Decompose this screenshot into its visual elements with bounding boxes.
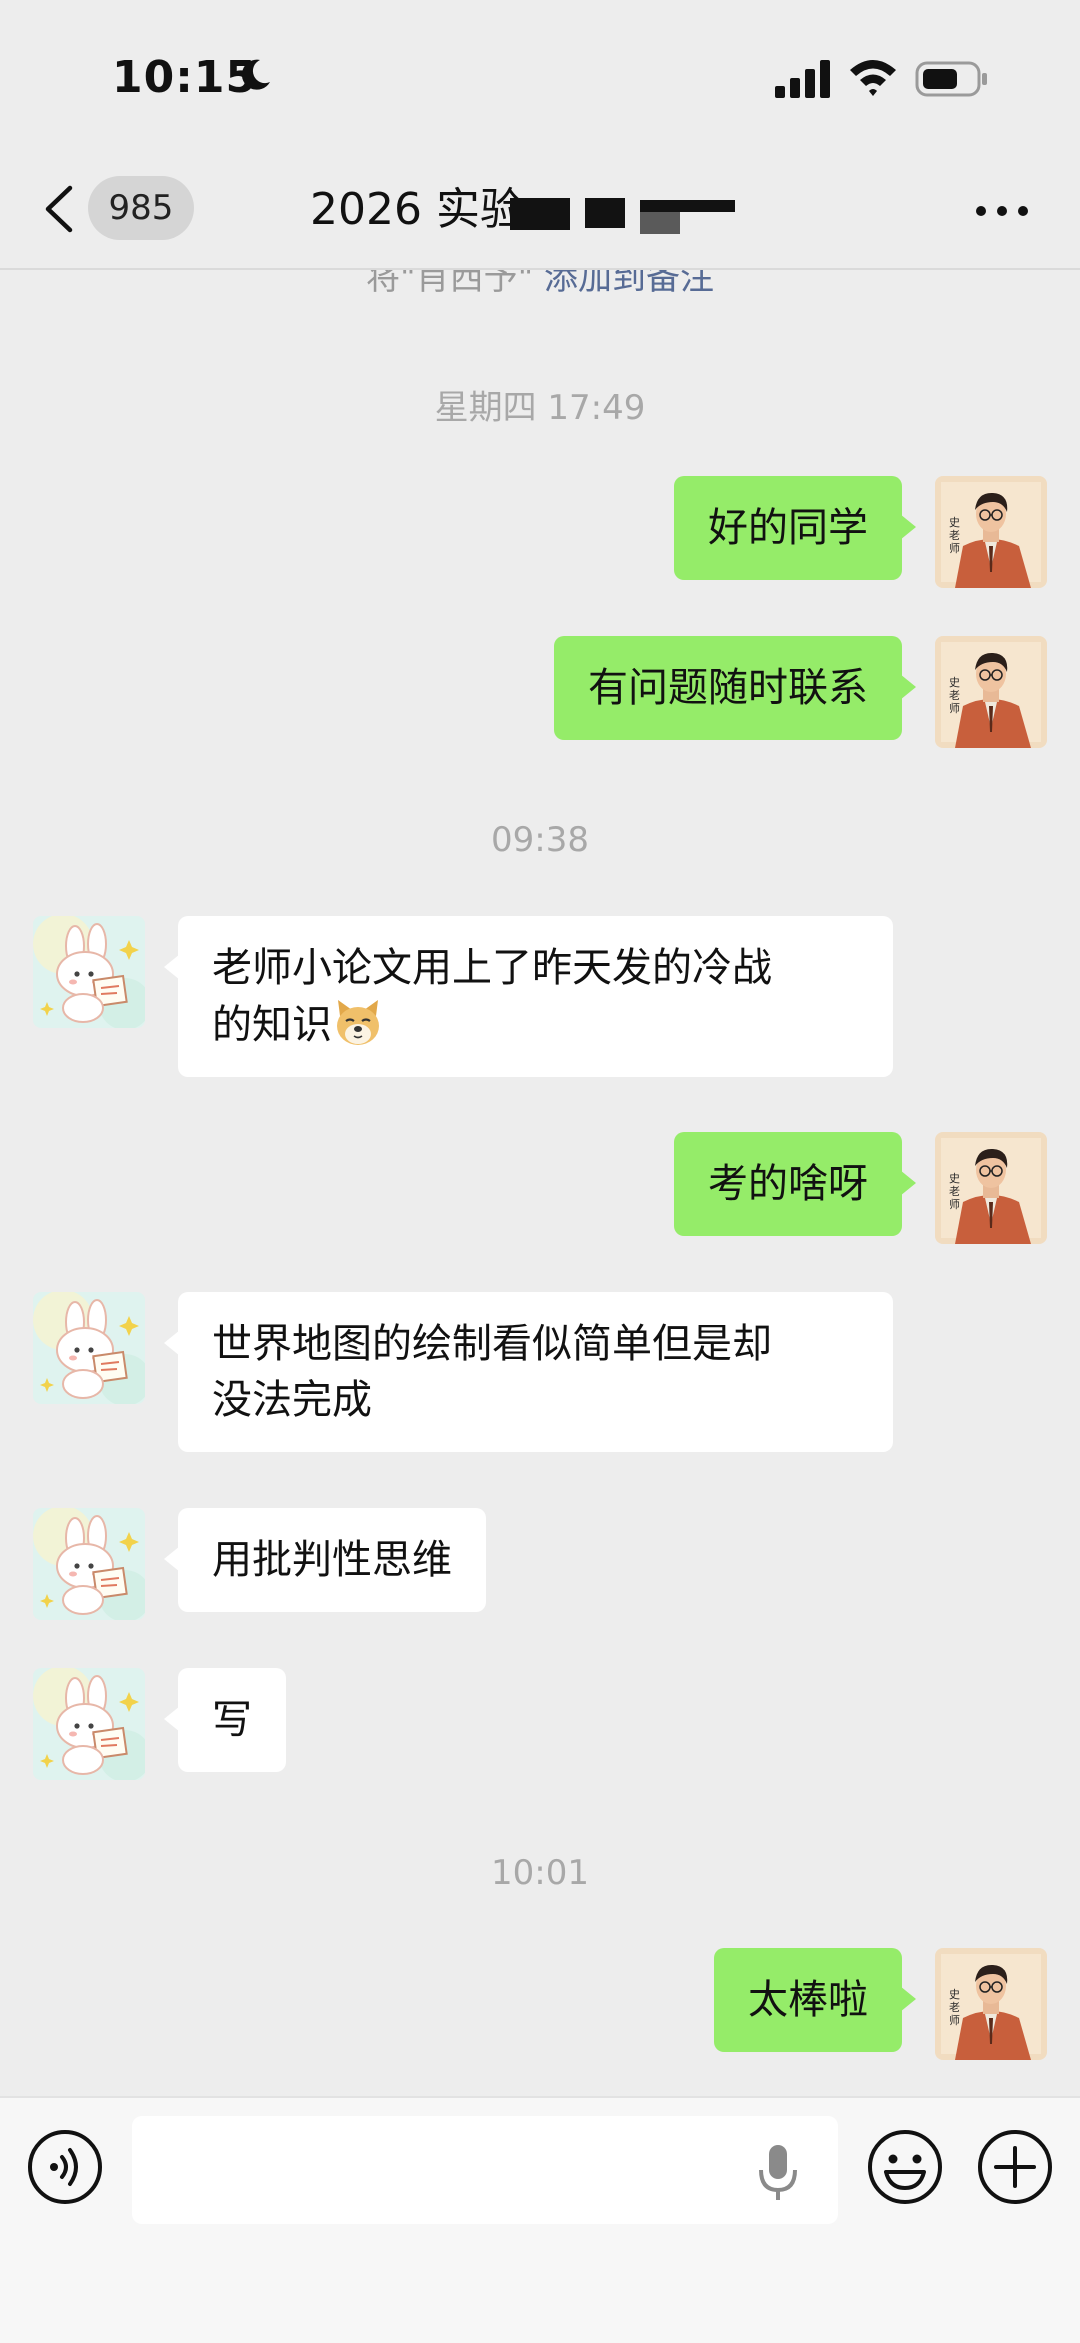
teacher-avatar[interactable]	[935, 636, 1047, 748]
message-bubble-sent[interactable]: 考的啥呀	[674, 1132, 916, 1236]
teacher-avatar[interactable]	[935, 476, 1047, 588]
chat-header: 985 2026 实验	[0, 150, 1080, 270]
message-line: 世界地图的绘制看似简单但是却	[212, 1321, 772, 1367]
doge-emoji	[337, 1000, 379, 1045]
status-bar: 10:15	[0, 0, 1080, 165]
student-avatar[interactable]	[33, 1508, 145, 1620]
message-bubble-sent[interactable]: 好的同学	[674, 476, 916, 580]
emoji-icon[interactable]	[866, 2128, 944, 2206]
voice-input-icon[interactable]	[26, 2128, 104, 2206]
teacher-avatar[interactable]	[935, 1948, 1047, 2060]
wifi-icon	[850, 60, 896, 96]
message-line: 没法完成	[212, 1377, 372, 1423]
battery-icon	[915, 61, 987, 97]
message-bubble-received[interactable]: 用批判性思维	[164, 1508, 486, 1612]
timestamp: 10:01	[491, 1853, 589, 1893]
teacher-avatar[interactable]	[935, 1132, 1047, 1244]
redaction-mark	[510, 198, 570, 230]
redaction-mark	[640, 212, 680, 234]
message-line: 老师小论文用上了昨天发的冷战	[212, 945, 772, 991]
cellular-signal-icon	[775, 60, 830, 98]
unread-count-badge[interactable]: 985	[88, 176, 194, 240]
message-bubble-received[interactable]: 老师小论文用上了昨天发的冷战 的知识	[164, 916, 893, 1077]
redaction-mark	[585, 198, 625, 228]
chat-title: 2026 实验	[310, 184, 524, 235]
status-time: 10:15	[112, 52, 258, 103]
message-bubble-sent[interactable]: 太棒啦	[714, 1948, 916, 2052]
student-avatar[interactable]	[33, 916, 145, 1028]
message-line: 的知识	[212, 1002, 332, 1048]
timestamp: 09:38	[491, 820, 589, 860]
message-bubble-received[interactable]: 写	[164, 1668, 286, 1772]
timestamp: 星期四 17:49	[434, 388, 646, 428]
redaction-mark	[640, 200, 735, 212]
message-bubble-sent[interactable]: 有问题随时联系	[554, 636, 916, 740]
message-line-with-emoji: 的知识	[212, 996, 859, 1053]
microphone-icon[interactable]	[756, 2142, 800, 2202]
message-bubble-received[interactable]: 世界地图的绘制看似简单但是却 没法完成	[164, 1292, 893, 1452]
moon-icon	[241, 59, 270, 90]
student-avatar[interactable]	[33, 1292, 145, 1404]
chevron-left-icon[interactable]	[42, 184, 76, 234]
student-avatar[interactable]	[33, 1668, 145, 1780]
plus-icon[interactable]	[976, 2128, 1054, 2206]
message-input-bar	[0, 2096, 1080, 2343]
message-input[interactable]	[132, 2116, 838, 2224]
more-dots-icon[interactable]	[974, 204, 1030, 218]
